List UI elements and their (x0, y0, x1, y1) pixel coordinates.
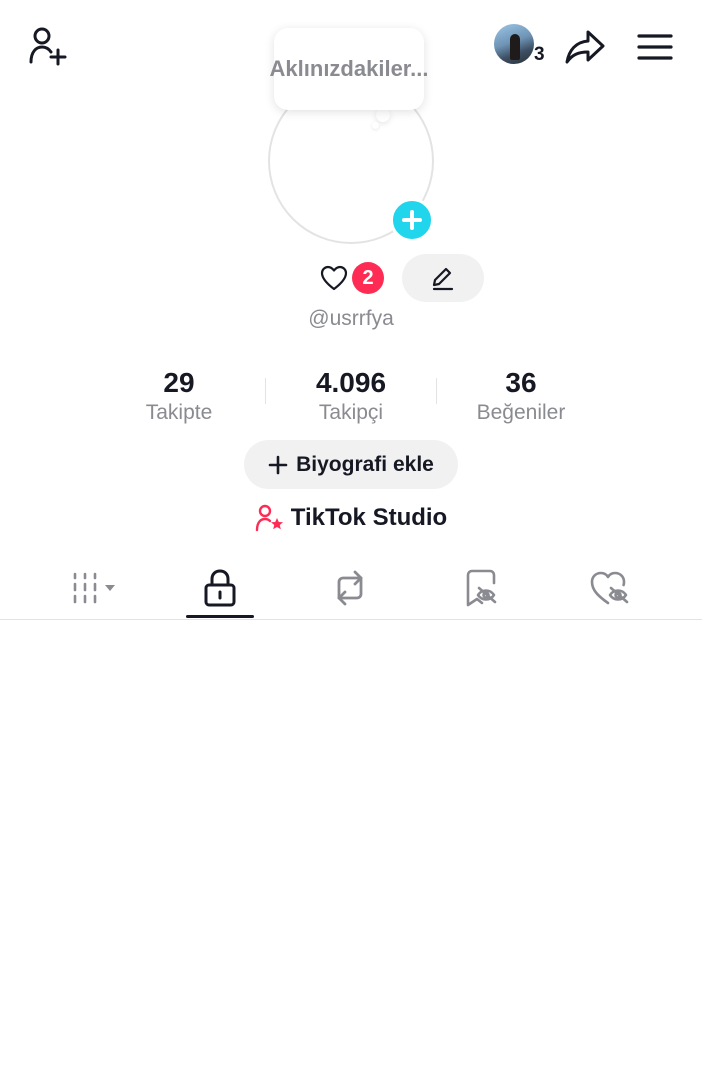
tiktok-studio-label: TikTok Studio (290, 504, 448, 531)
add-friend-button[interactable] (24, 24, 72, 68)
bookmark-hidden-icon (466, 569, 497, 607)
note-bubble-tail (376, 108, 390, 122)
story-avatar (494, 24, 534, 64)
tab-videos[interactable] (46, 556, 146, 620)
stat-likes[interactable]: 36 Beğeniler (436, 366, 606, 426)
heart-hidden-icon (590, 571, 629, 605)
tab-private[interactable] (170, 556, 270, 620)
add-bio-button[interactable]: Biyografi ekle (244, 440, 458, 489)
note-bubble-tail (372, 122, 379, 129)
menu-button[interactable] (630, 24, 680, 70)
story-count: 3 (534, 44, 545, 65)
pencil-icon (432, 267, 454, 291)
note-bubble[interactable]: Aklınızdakiler... (270, 28, 428, 110)
username: @usrrfya (308, 307, 394, 330)
active-tab-indicator (186, 615, 254, 618)
heart-outline-icon (320, 265, 348, 291)
lock-icon (204, 569, 236, 607)
person-plus-icon (29, 27, 67, 66)
stat-following-value: 29 (163, 367, 195, 398)
stat-following-label: Takipte (145, 401, 213, 424)
profile-tabs (0, 556, 702, 620)
stat-following[interactable]: 29 Takipte (94, 366, 264, 426)
creator-star-icon (255, 504, 283, 532)
avatar-add-button[interactable] (390, 198, 434, 242)
stat-likes-value: 36 (505, 367, 537, 398)
tab-favorites[interactable] (432, 556, 532, 620)
repost-icon (337, 570, 363, 606)
stat-followers-label: Takipçi (318, 401, 384, 424)
plus-icon (268, 455, 288, 474)
tiktok-studio-link[interactable]: TikTok Studio (0, 504, 702, 532)
stat-followers-value: 4.096 (315, 367, 387, 398)
stat-followers[interactable]: 4.096 Takipçi (266, 366, 436, 426)
plus-icon (402, 210, 422, 230)
tab-reposts[interactable] (300, 556, 400, 620)
likes-badge: 2 (352, 262, 384, 294)
likes-notification[interactable]: 2 (320, 262, 384, 294)
grid-columns-icon (73, 572, 115, 604)
share-button[interactable] (560, 24, 610, 70)
hamburger-menu-icon (637, 34, 673, 60)
story-avatar-button[interactable]: 3 (494, 24, 550, 70)
note-placeholder: Aklınızdakiler... (269, 56, 429, 81)
add-bio-label: Biyografi ekle (296, 452, 434, 476)
edit-profile-button[interactable] (402, 254, 484, 302)
stat-likes-label: Beğeniler (476, 401, 566, 424)
share-arrow-icon (565, 30, 605, 64)
tab-liked[interactable] (560, 556, 660, 620)
